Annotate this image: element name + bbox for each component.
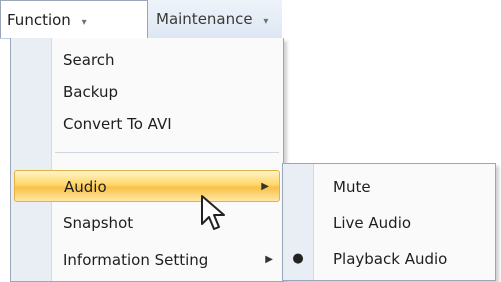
menu-item-label: Mute [333,178,371,196]
menu-item-label: Information Setting [63,251,209,269]
menu-item-information-setting[interactable]: Information Setting ▶ [11,244,283,276]
chevron-down-icon: ▾ [81,17,87,28]
menu-item-audio[interactable]: Audio ▶ [14,170,280,202]
menu-separator [55,152,279,153]
menu-item-convert-to-avi[interactable]: Convert To AVI [11,108,283,140]
menu-bar: Function ▾ Maintenance ▾ [0,0,282,39]
menu-item-label: Audio [64,178,107,196]
radio-selected-icon: ● [292,251,304,266]
function-menu-label: Function [7,11,71,29]
menu-item-backup[interactable]: Backup [11,76,283,108]
menu-item-search[interactable]: Search [11,44,283,76]
chevron-right-icon: ▶ [261,181,269,192]
function-dropdown: Search Backup Convert To AVI Audio ▶ Sna… [10,38,284,282]
menu-item-live-audio[interactable]: Live Audio [283,207,495,239]
maintenance-menu-title[interactable]: Maintenance ▾ [150,0,278,38]
menu-item-label: Convert To AVI [63,115,172,133]
menu-item-label: Playback Audio [333,250,448,268]
mouse-pointer-icon [201,195,225,230]
chevron-right-icon: ▶ [265,254,273,265]
menu-item-label: Snapshot [63,214,134,232]
chevron-down-icon: ▾ [263,16,269,27]
menu-item-label: Backup [63,83,118,101]
menu-item-label: Search [63,51,115,69]
maintenance-menu-label: Maintenance [156,10,253,28]
menu-item-snapshot[interactable]: Snapshot [11,207,283,239]
audio-submenu: Mute Live Audio ● Playback Audio [282,163,496,281]
menu-item-mute[interactable]: Mute [283,171,495,203]
function-menu-title[interactable]: Function ▾ [0,0,148,38]
menu-item-label: Live Audio [333,214,412,232]
menu-item-playback-audio[interactable]: ● Playback Audio [283,243,495,275]
